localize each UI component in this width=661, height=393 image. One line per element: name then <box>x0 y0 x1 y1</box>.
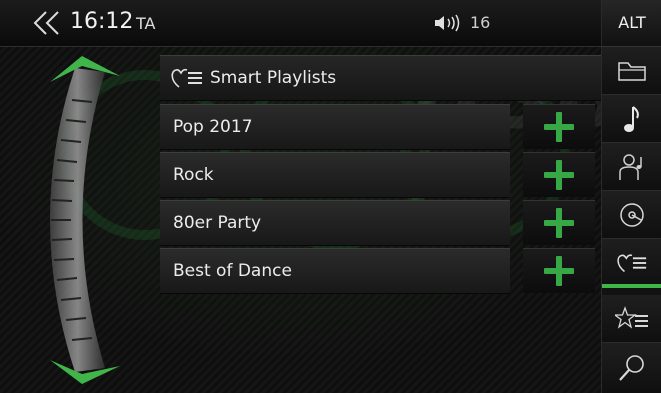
sidebar-item-favorites[interactable] <box>602 295 661 343</box>
sidebar-item-artist[interactable] <box>602 143 661 191</box>
alt-button[interactable]: ALT <box>602 0 661 47</box>
list-item[interactable]: 80er Party <box>160 200 510 246</box>
list-item[interactable]: Best of Dance <box>160 248 510 294</box>
list-header-title: Smart Playlists <box>210 68 337 88</box>
sidebar-item-folder[interactable] <box>602 47 661 95</box>
add-playlist-button[interactable] <box>523 152 595 197</box>
playlist-label: Pop 2017 <box>173 117 253 137</box>
source-sidebar: ALT <box>601 0 661 393</box>
scroll-wheel[interactable] <box>20 50 150 390</box>
music-note-icon <box>624 105 639 132</box>
artist-icon <box>619 153 642 180</box>
speaker-icon <box>435 14 460 32</box>
sidebar-item-smart-playlists[interactable] <box>602 239 661 288</box>
star-list-icon <box>615 305 648 329</box>
smart-playlist-icon <box>617 253 647 272</box>
search-icon <box>619 355 644 381</box>
status-bar: 16:12 TA 16 <box>0 0 601 47</box>
clock: 16:12 <box>70 9 134 34</box>
volume-level: 16 <box>470 13 491 32</box>
playlist-label: 80er Party <box>173 213 262 233</box>
sidebar-item-search[interactable] <box>602 343 661 393</box>
smart-playlist-icon <box>171 68 202 88</box>
add-playlist-button[interactable] <box>523 104 595 149</box>
back-icon[interactable] <box>32 10 62 36</box>
list-item[interactable]: Pop 2017 <box>160 104 510 150</box>
playlist-label: Rock <box>173 165 214 185</box>
add-playlist-button[interactable] <box>523 248 595 293</box>
ta-indicator: TA <box>136 14 156 33</box>
sidebar-item-music[interactable] <box>602 95 661 143</box>
list-item[interactable]: Rock <box>160 152 510 198</box>
screen: USB 16:12 TA 16 <box>0 0 661 393</box>
add-playlist-button[interactable] <box>523 200 595 245</box>
folder-icon <box>618 61 646 81</box>
sidebar-item-album[interactable] <box>602 191 661 239</box>
disc-icon <box>620 202 644 227</box>
playlist-label: Best of Dance <box>173 261 292 281</box>
list-header: Smart Playlists <box>160 55 605 101</box>
